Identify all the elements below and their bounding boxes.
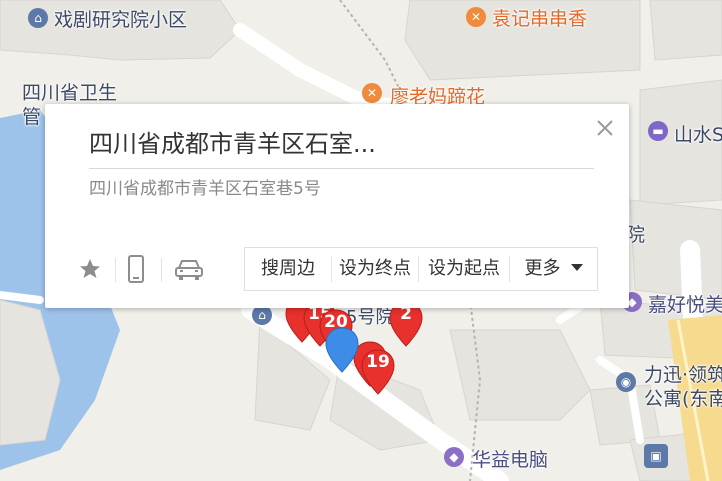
popup-actions: 搜周边 设为终点 设为起点 更多 xyxy=(244,247,598,291)
place-title: 四川省成都市青羊区石室... xyxy=(89,128,594,169)
marker-number: 19 xyxy=(366,352,390,372)
poi-label-gongyu[interactable]: 公寓(东南 xyxy=(644,388,722,410)
building-block xyxy=(649,0,722,61)
fork-knife-icon[interactable]: ✕ xyxy=(362,83,382,103)
poi-label-xiju[interactable]: 戏剧研究院小区 xyxy=(54,9,187,31)
poi-label-sichuan-weisheng[interactable]: 四川省卫生 xyxy=(22,82,117,104)
building-block xyxy=(629,199,722,301)
poi-label-yuanji[interactable]: 袁记串串香 xyxy=(492,8,587,30)
poi-label-huayi[interactable]: 华益电脑 xyxy=(472,449,548,471)
current-location-icon[interactable] xyxy=(324,326,360,376)
poi-label-guan[interactable]: 管 xyxy=(22,106,41,128)
building-icon[interactable]: ⌂ xyxy=(28,8,48,28)
search-nearby-button[interactable]: 搜周边 xyxy=(245,248,331,290)
close-icon[interactable] xyxy=(593,116,617,140)
fork-knife-icon[interactable]: ✕ xyxy=(466,7,486,27)
location-pin-icon[interactable]: ◉ xyxy=(616,372,636,392)
chevron-down-icon xyxy=(570,263,583,271)
place-info-popup: 四川省成都市青羊区石室... 四川省成都市青羊区石室巷5号 搜周边 设为终点 设… xyxy=(45,104,629,308)
set-destination-button[interactable]: 设为终点 xyxy=(332,248,418,290)
street xyxy=(233,23,367,107)
poi-label-shanshui[interactable]: 山水S xyxy=(674,124,722,146)
poi-label-lixun[interactable]: 力迅·领筑 xyxy=(644,364,722,386)
map-marker-19[interactable]: 19 xyxy=(360,348,396,396)
bed-icon[interactable]: ▬ xyxy=(648,121,668,141)
more-label: 更多 xyxy=(524,258,561,279)
more-button[interactable]: 更多 xyxy=(510,248,597,290)
place-address: 四川省成都市青羊区石室巷5号 xyxy=(89,179,321,199)
street xyxy=(0,291,44,304)
phone-icon[interactable] xyxy=(121,254,151,284)
building-icon[interactable]: ⌂ xyxy=(252,305,272,325)
star-icon[interactable] xyxy=(75,254,105,284)
set-origin-button[interactable]: 设为起点 xyxy=(419,248,509,290)
bus-icon[interactable]: ▣ xyxy=(644,444,668,468)
building-block xyxy=(449,329,591,421)
car-icon[interactable] xyxy=(171,254,207,284)
shopping-bag-icon[interactable]: ◆ xyxy=(444,447,464,467)
poi-label-jiahao[interactable]: 嘉好悦美 xyxy=(648,294,722,316)
